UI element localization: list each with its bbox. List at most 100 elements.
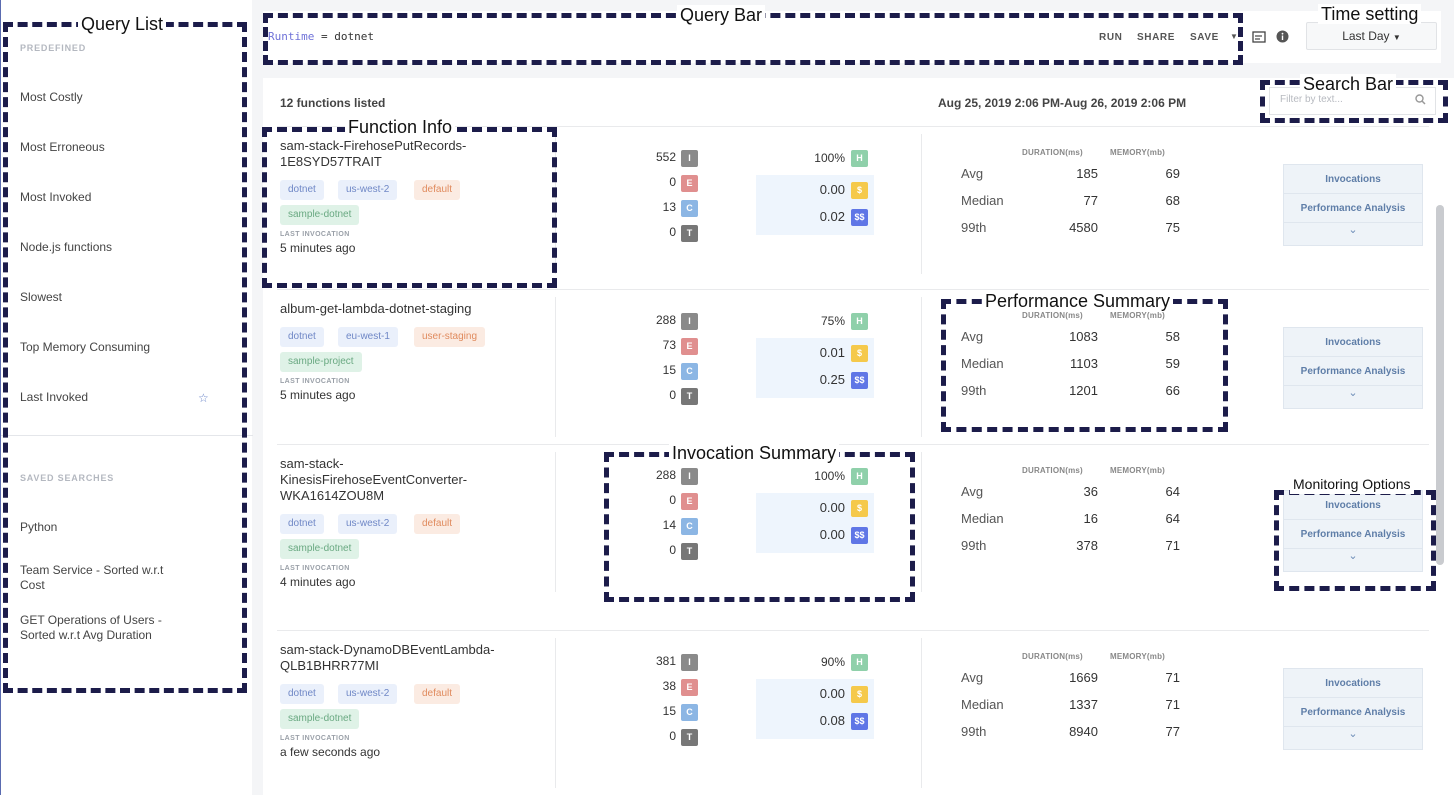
memory-value: 59 (1165, 356, 1180, 371)
query-operator: = (320, 30, 328, 43)
run-button[interactable]: RUN (1099, 32, 1122, 43)
search-bar-annotation: Search Bar (1300, 74, 1397, 94)
duration-value: 1083 (1069, 329, 1098, 344)
chevron-down-icon[interactable]: ⌄ (1284, 727, 1422, 749)
memory-value: 66 (1165, 383, 1180, 398)
badge-i-icon: I (681, 468, 698, 485)
perf-label: 99th (961, 538, 987, 553)
double-dollar-icon: $$ (851, 372, 868, 389)
tag[interactable]: dotnet (280, 514, 324, 534)
tag[interactable]: sample-dotnet (280, 709, 360, 729)
badge-e-icon: E (681, 338, 698, 355)
tag[interactable]: sample-dotnet (280, 539, 360, 559)
badge-e-icon: E (681, 175, 698, 192)
dollar-icon: $ (851, 500, 868, 517)
tag[interactable]: default (414, 514, 461, 534)
last-invocation-label: LAST INVOCATION (280, 565, 350, 572)
query-last-invoked[interactable]: Last Invoked (20, 390, 88, 405)
invocation-count: 14 (662, 518, 676, 532)
function-name[interactable]: sam-stack-KinesisFirehoseEventConverter-… (280, 456, 510, 504)
chevron-down-icon[interactable]: ⌄ (1284, 223, 1422, 245)
chevron-down-icon: ▼ (1392, 33, 1401, 42)
perf-label: Median (961, 511, 1004, 526)
memory-value: 64 (1165, 511, 1180, 526)
tag[interactable]: sample-project (280, 352, 362, 372)
invocations-button[interactable]: Invocations (1284, 669, 1422, 698)
performance-analysis-button[interactable]: Performance Analysis (1284, 357, 1422, 386)
query-most-invoked[interactable]: Most Invoked (20, 190, 91, 205)
chevron-down-icon[interactable]: ⌄ (1284, 549, 1422, 571)
dollar-icon: $ (851, 686, 868, 703)
function-row: sam-stack-FirehosePutRecords-1E8SYD57TRA… (263, 126, 1429, 290)
invocations-button[interactable]: Invocations (1284, 165, 1422, 194)
tag[interactable]: default (414, 684, 461, 704)
tag[interactable]: dotnet (280, 684, 324, 704)
duration-header: DURATION(ms) (1022, 148, 1083, 157)
function-name[interactable]: sam-stack-FirehosePutRecords-1E8SYD57TRA… (280, 138, 510, 170)
column-divider (555, 297, 556, 437)
tag[interactable]: default (414, 180, 461, 200)
column-divider (555, 452, 556, 592)
function-count: 12 functions listed (280, 96, 386, 110)
dollar-icon: $ (851, 182, 868, 199)
scrollbar[interactable] (1436, 205, 1444, 565)
tag[interactable]: user-staging (414, 327, 486, 347)
query-most-erroneous[interactable]: Most Erroneous (20, 140, 105, 155)
performance-analysis-button[interactable]: Performance Analysis (1284, 698, 1422, 727)
tag[interactable]: us-west-2 (338, 180, 398, 200)
search-icon[interactable] (1415, 94, 1426, 108)
star-icon[interactable]: ☆ (198, 391, 209, 405)
chevron-down-icon[interactable]: ⌄ (1284, 386, 1422, 408)
duration-value: 1201 (1069, 383, 1098, 398)
tag[interactable]: us-west-2 (338, 514, 398, 534)
invocation-count: 0 (669, 225, 676, 239)
time-setting-select[interactable]: Last Day ▼ (1306, 22, 1437, 50)
function-name[interactable]: album-get-lambda-dotnet-staging (280, 301, 510, 317)
query-slowest[interactable]: Slowest (20, 290, 62, 305)
performance-analysis-button[interactable]: Performance Analysis (1284, 520, 1422, 549)
saved-get-operations[interactable]: GET Operations of Users - Sorted w.r.t A… (20, 613, 190, 643)
tag[interactable]: sample-dotnet (280, 205, 360, 225)
performance-analysis-button[interactable]: Performance Analysis (1284, 194, 1422, 223)
tag[interactable]: dotnet (280, 327, 324, 347)
query-list-sidebar: PREDEFINED Most Costly Most Erroneous Mo… (0, 0, 253, 795)
invocations-button[interactable]: Invocations (1284, 328, 1422, 357)
function-name[interactable]: sam-stack-DynamoDBEventLambda-QLB1BHRR77… (280, 642, 510, 674)
invocations-button[interactable]: Invocations (1284, 491, 1422, 520)
query-most-costly[interactable]: Most Costly (20, 90, 83, 105)
query-input[interactable]: Runtime = dotnet (268, 30, 374, 43)
perf-label: 99th (961, 724, 987, 739)
invocation-count: 13 (662, 200, 676, 214)
sidebar-divider (1, 435, 253, 436)
health-icon: H (851, 468, 868, 485)
function-row: sam-stack-DynamoDBEventLambda-QLB1BHRR77… (263, 630, 1428, 790)
monitoring-options: Invocations Performance Analysis ⌄ (1283, 164, 1423, 246)
function-list-panel: 12 functions listed Aug 25, 2019 2:06 PM… (263, 78, 1454, 795)
search-input[interactable] (1280, 94, 1410, 105)
tag[interactable]: us-west-2 (338, 684, 398, 704)
tag[interactable]: dotnet (280, 180, 324, 200)
perf-label: Median (961, 193, 1004, 208)
info-icon[interactable] (1276, 30, 1290, 44)
invocation-count: 0 (669, 175, 676, 189)
last-invocation-label: LAST INVOCATION (280, 231, 350, 238)
last-invocation-value: 5 minutes ago (280, 388, 356, 402)
invocation-count: 0 (669, 729, 676, 743)
invocation-count: 0 (669, 543, 676, 557)
perf-label: 99th (961, 383, 987, 398)
duration-header: DURATION(ms) (1022, 652, 1083, 661)
tag[interactable]: eu-west-1 (338, 327, 398, 347)
notes-icon[interactable] (1252, 30, 1266, 44)
health-icon: H (851, 313, 868, 330)
query-top-memory[interactable]: Top Memory Consuming (20, 340, 150, 355)
share-button[interactable]: SHARE (1137, 32, 1175, 43)
save-button[interactable]: SAVE (1190, 32, 1219, 43)
save-dropdown-icon[interactable]: ▼ (1230, 32, 1238, 41)
query-nodejs-functions[interactable]: Node.js functions (20, 240, 112, 255)
saved-team-service[interactable]: Team Service - Sorted w.r.t Cost (20, 563, 190, 593)
badge-t-icon: T (681, 225, 698, 242)
saved-python[interactable]: Python (20, 520, 57, 535)
memory-value: 68 (1165, 193, 1180, 208)
invocation-count: 288 (655, 313, 676, 327)
badge-i-icon: I (681, 654, 698, 671)
